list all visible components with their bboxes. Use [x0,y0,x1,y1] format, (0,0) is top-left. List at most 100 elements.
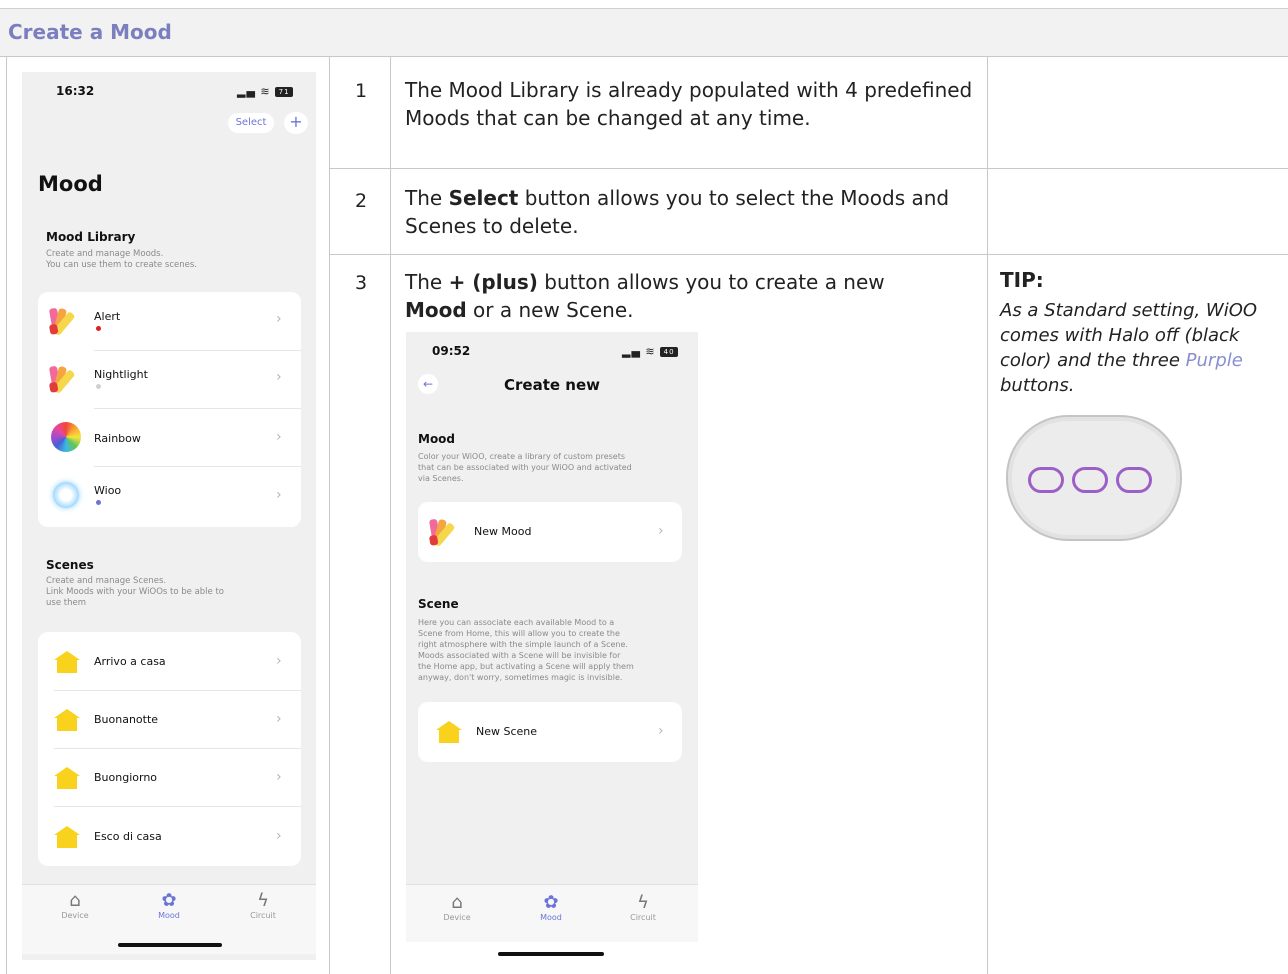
list-item-rainbow[interactable]: Rainbow › [38,408,301,466]
device-button [1116,467,1152,493]
status-icons: ▂▄ ≋ 71 [237,85,294,98]
section-title: Mood [418,432,456,446]
table-line-row1 [330,168,1288,169]
table-line-col3 [987,56,988,974]
palette-fan-icon [428,517,456,548]
chevron-right-icon: › [276,711,282,727]
item-label: Nightlight [94,368,148,381]
scenes-card: Arrivo a casa › Buonanotte › Buongiorno … [38,632,301,866]
add-button[interactable]: + [284,112,308,134]
table-line-top [0,56,1288,57]
wioo-device-illustration [1006,415,1182,541]
list-item-buongiorno[interactable]: Buongiorno › [38,748,301,806]
chevron-right-icon: › [276,653,282,669]
step-text: The + (plus) button allows you to create… [405,270,885,322]
tab-circuit[interactable]: ϟ Circuit [238,890,288,921]
screen-title: Create new [504,376,600,394]
tab-mood[interactable]: ✿ Mood [526,892,576,923]
list-item-nightlight[interactable]: Nightlight › [38,350,301,408]
status-dot [96,500,101,505]
chevron-right-icon: › [276,828,282,844]
create-new-screenshot: 09:52 ▂▄ ≋ 40 ← Create new Mood Color yo… [406,332,698,960]
page-title: Create a Mood [8,20,172,44]
chevron-right-icon: › [276,487,282,503]
item-label: Rainbow [94,432,141,445]
chevron-right-icon: › [276,311,282,327]
bolt-icon: ϟ [257,890,269,911]
status-dot [96,326,101,331]
tab-label: Circuit [250,911,276,920]
item-label: New Scene [476,725,538,738]
palette-fan-icon [48,306,76,337]
home-icon: ⌂ [451,892,463,913]
step-number: 1 [355,80,368,102]
list-item-arrivo-a-casa[interactable]: Arrivo a casa › [38,632,301,690]
status-icons: ▂▄ ≋ 40 [622,345,679,358]
section-title: Scene [418,597,459,611]
battery-icon: 40 [660,347,679,357]
palette-icon: ✿ [543,892,559,913]
status-time: 09:52 [432,344,471,358]
screen-title: Mood [38,172,103,196]
device-button [1028,467,1064,493]
select-button[interactable]: Select [228,113,274,133]
glow-orb-icon [53,482,79,508]
list-item-esco-di-casa[interactable]: Esco di casa › [38,806,301,866]
table-line-left [6,56,7,974]
chevron-right-icon: › [658,523,664,539]
list-item-alert[interactable]: Alert › [38,292,301,350]
item-label: Alert [94,310,121,323]
list-item-buonanotte[interactable]: Buonanotte › [38,690,301,748]
list-item-wioo[interactable]: Wioo › [38,466,301,526]
tab-mood[interactable]: ✿ Mood [144,890,194,921]
home-indicator [498,952,604,956]
tab-device[interactable]: ⌂ Device [50,890,100,921]
item-label: Arrivo a casa [94,655,166,668]
chevron-right-icon: › [276,429,282,445]
step-number: 2 [355,190,368,212]
tip-heading: TIP: [1000,268,1044,292]
status-time: 16:32 [56,84,95,98]
tab-bar: ⌂ Device ✿ Mood ϟ Circuit [22,884,316,954]
phone-bottom [406,942,698,960]
home-indicator [118,943,222,947]
item-label: Esco di casa [94,830,162,843]
house-icon [54,767,80,789]
new-mood-button[interactable]: New Mood › [418,502,682,562]
item-label: Buongiorno [94,771,158,784]
tip-text: As a Standard setting, WiOO comes with H… [1000,300,1258,396]
item-label: Buonanotte [94,713,159,726]
palette-icon: ✿ [161,890,177,911]
tab-device[interactable]: ⌂ Device [432,892,482,923]
section-title: Mood Library [46,230,136,244]
tab-label: Device [61,911,89,920]
chevron-right-icon: › [658,723,664,739]
color-wheel-icon [51,422,81,452]
item-label: New Mood [474,525,532,538]
home-icon: ⌂ [69,890,81,911]
battery-icon: 71 [275,87,294,97]
mood-library-card: Alert › Nightlight › Rainbow › Wioo › [38,292,301,527]
house-icon [54,651,80,673]
item-label: Wioo [94,484,122,497]
house-icon [54,709,80,731]
section-subtitle: Here you can associate each available Mo… [418,618,634,682]
tab-circuit[interactable]: ϟ Circuit [618,893,668,923]
status-dot [96,384,101,389]
palette-fan-icon [48,364,76,395]
tab-label: Mood [158,911,180,920]
step-number: 3 [355,272,368,294]
section-title: Scenes [46,558,94,572]
mood-screen-screenshot: 16:32 ▂▄ ≋ 71 Select + Mood Mood Library… [22,72,316,960]
doc-title-bar [0,8,1288,56]
section-subtitle: Color your WiOO, create a library of cus… [418,452,632,483]
section-subtitle: Create and manage Scenes. Link Moods with… [46,576,225,608]
house-icon [436,721,462,743]
new-scene-button[interactable]: New Scene › [418,702,682,762]
step-text: The Select button allows you to select t… [405,186,950,238]
tab-label: Mood [540,913,562,922]
table-line-col1 [329,56,330,974]
chevron-right-icon: › [276,369,282,385]
tab-label: Circuit [630,913,656,922]
table-line-row2 [330,254,1288,255]
